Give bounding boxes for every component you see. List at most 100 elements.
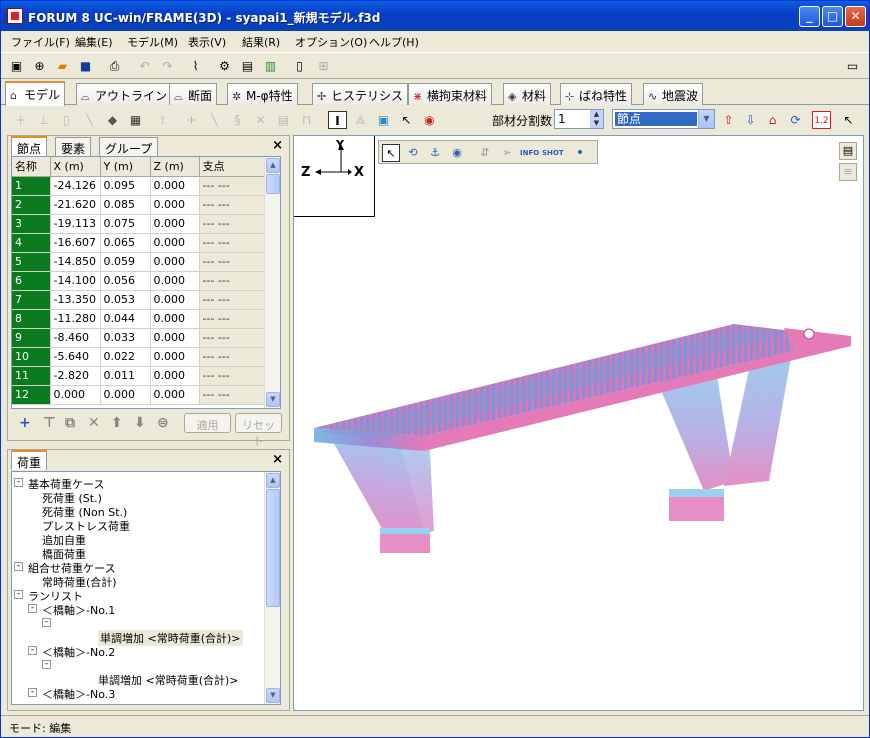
tree-expander-icon[interactable]: - bbox=[28, 688, 37, 697]
node-z-cell[interactable]: 0.000 bbox=[150, 309, 200, 329]
export-icon[interactable]: ⊞ bbox=[314, 57, 333, 75]
node-support-cell[interactable]: --- --- bbox=[199, 233, 266, 253]
table-row[interactable]: 11 -2.820 0.011 0.000 --- --- bbox=[12, 366, 266, 386]
monitor-icon[interactable]: ▣ bbox=[374, 111, 393, 129]
node-support-cell[interactable]: --- --- bbox=[199, 385, 266, 405]
table-row[interactable]: 8 -11.280 0.044 0.000 --- --- bbox=[12, 309, 266, 329]
move-down-icon[interactable]: ⬇ bbox=[134, 415, 146, 431]
redo-icon[interactable]: ↷ bbox=[158, 57, 177, 75]
node-id-cell[interactable]: 12 bbox=[12, 385, 51, 405]
tree-expander-icon[interactable]: - bbox=[42, 618, 51, 627]
table-row[interactable]: 3 -19.113 0.075 0.000 --- --- bbox=[12, 214, 266, 234]
col-y[interactable]: Y (m) bbox=[100, 157, 151, 177]
calc-run-icon[interactable]: ▤ bbox=[238, 57, 257, 75]
table-row[interactable]: 2 -21.620 0.085 0.000 --- --- bbox=[12, 195, 266, 215]
table-row[interactable]: 4 -16.607 0.065 0.000 --- --- bbox=[12, 233, 266, 253]
node-z-cell[interactable]: 0.000 bbox=[150, 271, 200, 291]
copy-row-icon[interactable]: ⧉ bbox=[65, 415, 75, 431]
node-z-cell[interactable]: 0.000 bbox=[150, 214, 200, 234]
col-x[interactable]: X (m) bbox=[50, 157, 101, 177]
node-support-cell[interactable]: --- --- bbox=[199, 366, 266, 386]
node-support-cell[interactable]: --- --- bbox=[199, 290, 266, 310]
panel-toggle-icon[interactable]: ▭ bbox=[843, 57, 862, 75]
pointer-options-icon[interactable]: ↖ bbox=[839, 111, 858, 129]
node-x-cell[interactable]: -21.620 bbox=[50, 195, 101, 215]
node-z-cell[interactable]: 0.000 bbox=[150, 233, 200, 253]
node-support-cell[interactable]: --- --- bbox=[199, 195, 266, 215]
node-y-cell[interactable]: 0.033 bbox=[100, 328, 151, 348]
col-z[interactable]: Z (m) bbox=[150, 157, 200, 177]
display-target-select[interactable]: 節点 ▼ bbox=[612, 109, 715, 129]
node-y-cell[interactable]: 0.056 bbox=[100, 271, 151, 291]
tree-item[interactable]: 単調増加 <常時荷重(合計)> bbox=[98, 672, 239, 688]
node-x-cell[interactable]: -5.640 bbox=[50, 347, 101, 367]
node-y-cell[interactable]: 0.075 bbox=[100, 214, 151, 234]
minimize-button[interactable]: _ bbox=[799, 6, 820, 27]
tab-model[interactable]: ⌂ モデル bbox=[5, 81, 66, 106]
node-x-cell[interactable]: -14.850 bbox=[50, 252, 101, 272]
menu-file[interactable]: ファイル(F) bbox=[11, 34, 70, 50]
node-x-cell[interactable]: -2.820 bbox=[50, 366, 101, 386]
load-tree-scrollbar[interactable]: ▲ ▼ bbox=[264, 472, 280, 704]
fill-icon[interactable]: ◆ bbox=[103, 111, 122, 129]
node-id-cell[interactable]: 5 bbox=[12, 252, 51, 272]
tree-expander-icon[interactable]: - bbox=[14, 562, 23, 571]
tree-expander-icon[interactable]: - bbox=[28, 646, 37, 655]
tree-expander-icon[interactable]: - bbox=[28, 604, 37, 613]
table-icon[interactable]: ▦ bbox=[126, 111, 145, 129]
node-support-cell[interactable]: --- --- bbox=[199, 309, 266, 329]
node-z-cell[interactable]: 0.000 bbox=[150, 195, 200, 215]
insert-row-icon[interactable]: ⊤ bbox=[43, 415, 56, 431]
open-icon[interactable]: ▰ bbox=[53, 57, 72, 75]
node-y-cell[interactable]: 0.044 bbox=[100, 309, 151, 329]
node-x-cell[interactable]: -24.126 bbox=[50, 176, 101, 196]
node-support-cell[interactable]: --- --- bbox=[199, 214, 266, 234]
undo-icon[interactable]: ↶ bbox=[135, 57, 154, 75]
node-support-cell[interactable]: --- --- bbox=[199, 271, 266, 291]
table-row[interactable]: 6 -14.100 0.056 0.000 --- --- bbox=[12, 271, 266, 291]
node-id-cell[interactable]: 10 bbox=[12, 347, 51, 367]
move-up-icon[interactable]: ⬆ bbox=[111, 415, 123, 431]
scroll-up-icon[interactable]: ▲ bbox=[266, 158, 280, 173]
support-icon[interactable]: ⟟ bbox=[153, 111, 172, 129]
scroll-thumb[interactable] bbox=[266, 174, 280, 194]
section-display-icon[interactable]: I bbox=[328, 111, 347, 129]
zoom-factor-icon[interactable]: 1.2 bbox=[812, 111, 831, 129]
add-row-icon[interactable]: + bbox=[19, 415, 31, 431]
node-y-cell[interactable]: 0.085 bbox=[100, 195, 151, 215]
node-id-cell[interactable]: 11 bbox=[12, 366, 51, 386]
draw-member-icon[interactable]: ╲ bbox=[80, 111, 99, 129]
table-row[interactable]: 12 0.000 0.000 0.000 --- --- bbox=[12, 385, 266, 405]
tab-material[interactable]: ◈ 材料 bbox=[503, 83, 552, 105]
node-support-cell[interactable]: --- --- bbox=[199, 176, 266, 196]
section-edit-icon[interactable]: ⟁ bbox=[351, 111, 370, 129]
node-z-cell[interactable]: 0.000 bbox=[150, 328, 200, 348]
node-y-cell[interactable]: 0.095 bbox=[100, 176, 151, 196]
check-icon[interactable]: ⌇ bbox=[186, 57, 205, 75]
node-y-cell[interactable]: 0.065 bbox=[100, 233, 151, 253]
node-y-cell[interactable]: 0.053 bbox=[100, 290, 151, 310]
node-table-scrollbar[interactable]: ▲ ▼ bbox=[264, 157, 280, 408]
tab-outline[interactable]: ⌓ アウトライン bbox=[76, 83, 173, 105]
tree-item[interactable]: ＜橋軸＞-No.2 bbox=[42, 644, 115, 660]
tree-expander-icon[interactable]: - bbox=[42, 660, 51, 669]
calc-settings-icon[interactable]: ⚙ bbox=[215, 57, 234, 75]
menu-view[interactable]: 表示(V) bbox=[188, 34, 226, 50]
node-support-cell[interactable]: --- --- bbox=[199, 347, 266, 367]
tab-loads[interactable]: 荷重 bbox=[11, 450, 48, 470]
node-y-cell[interactable]: 0.000 bbox=[100, 385, 151, 405]
node-x-cell[interactable]: -14.100 bbox=[50, 271, 101, 291]
menu-result[interactable]: 結果(R) bbox=[242, 34, 280, 50]
print-preview-icon[interactable]: ⎙ bbox=[105, 57, 124, 75]
node-info-icon[interactable]: ↖ bbox=[397, 111, 416, 129]
close-icon[interactable]: × bbox=[272, 138, 283, 153]
node-x-cell[interactable]: -11.280 bbox=[50, 309, 101, 329]
node-z-cell[interactable]: 0.000 bbox=[150, 366, 200, 386]
wizard-icon[interactable]: ⊕ bbox=[30, 57, 49, 75]
refresh-icon[interactable]: ⟳ bbox=[786, 111, 805, 129]
table-row[interactable]: 9 -8.460 0.033 0.000 --- --- bbox=[12, 328, 266, 348]
menu-help[interactable]: ヘルプ(H) bbox=[369, 34, 419, 50]
divide-member-icon[interactable]: ╲ bbox=[205, 111, 224, 129]
tab-elements[interactable]: 要素 bbox=[55, 137, 92, 156]
menu-model[interactable]: モデル(M) bbox=[127, 34, 178, 50]
